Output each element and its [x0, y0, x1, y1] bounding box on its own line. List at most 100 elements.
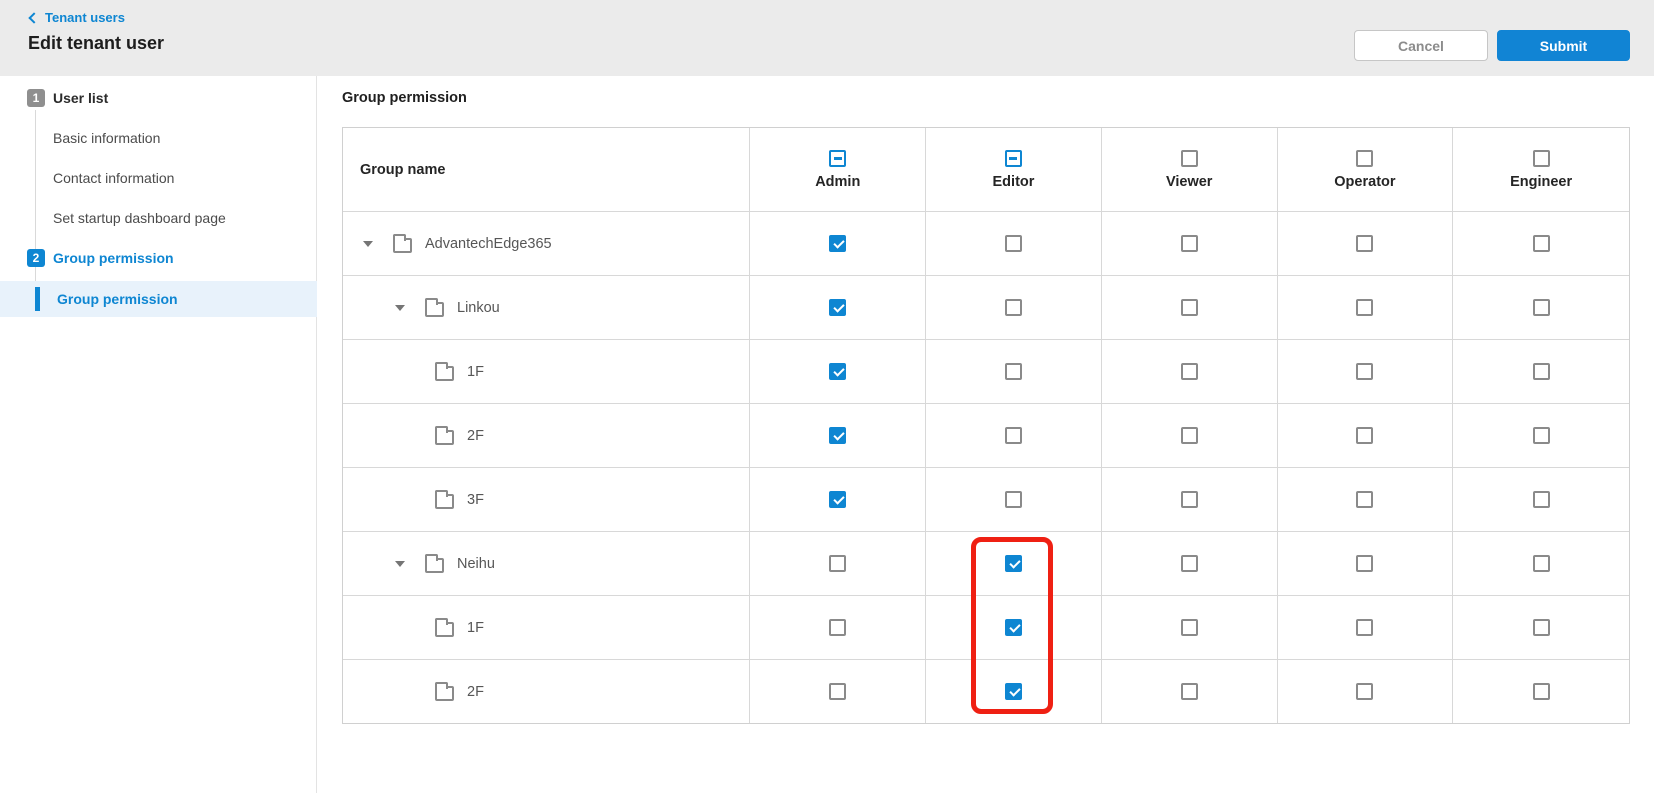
checkbox-engineer[interactable] [1532, 555, 1550, 572]
group-name-cell: Linkou [343, 276, 751, 339]
select-all-checkbox-admin[interactable] [829, 149, 847, 167]
column-header-label: Admin [815, 173, 861, 190]
step-2-label: Group permission [53, 250, 174, 266]
checkbox-operator[interactable] [1356, 619, 1374, 636]
group-name-label: Linkou [457, 299, 500, 316]
checkbox-editor[interactable] [1005, 683, 1023, 700]
permission-cell [926, 404, 1102, 467]
checkbox-editor[interactable] [1005, 363, 1023, 380]
checkbox-admin[interactable] [829, 299, 847, 316]
sidebar-item-set-startup-dashboard-page[interactable]: Set startup dashboard page [0, 206, 317, 230]
sidebar-item-group-permission-active[interactable]: Group permission [0, 281, 317, 317]
step-2-badge: 2 [27, 249, 45, 267]
sidebar-item-contact-information[interactable]: Contact information [0, 166, 317, 190]
main-content: Group permission Group name Admin Editor V… [317, 76, 1654, 793]
checkbox-engineer[interactable] [1532, 491, 1550, 508]
breadcrumb[interactable]: Tenant users [28, 10, 125, 25]
select-all-checkbox-operator[interactable] [1356, 149, 1374, 167]
folder-icon [435, 617, 454, 637]
sidebar-item-label: Contact information [53, 170, 175, 186]
sidebar-item-basic-information[interactable]: Basic information [0, 126, 317, 150]
group-name-cell: 1F [343, 596, 751, 659]
permission-cell [926, 212, 1102, 275]
checkbox-editor[interactable] [1005, 491, 1023, 508]
permission-cell [926, 660, 1102, 723]
group-name-cell: Neihu [343, 532, 751, 595]
checkbox-engineer[interactable] [1532, 235, 1550, 252]
select-all-checkbox-editor[interactable] [1004, 149, 1022, 167]
permission-cell [1102, 404, 1278, 467]
permission-cell [1102, 596, 1278, 659]
folder-icon [425, 553, 444, 573]
folder-icon [393, 233, 412, 253]
back-chevron-icon [28, 12, 40, 24]
checkbox-editor[interactable] [1005, 427, 1023, 444]
sidebar-item-label: Set startup dashboard page [53, 210, 226, 226]
checkbox-viewer[interactable] [1180, 427, 1198, 444]
checkbox-operator[interactable] [1356, 363, 1374, 380]
checkbox-engineer[interactable] [1532, 299, 1550, 316]
permission-cell [1453, 340, 1629, 403]
group-name-header-cell: Group name [343, 128, 751, 211]
sidebar-step-user-list[interactable]: 1 User list [0, 86, 317, 110]
checkbox-viewer[interactable] [1180, 235, 1198, 252]
checkbox-viewer[interactable] [1180, 491, 1198, 508]
cancel-button[interactable]: Cancel [1354, 30, 1488, 61]
checkbox-operator[interactable] [1356, 299, 1374, 316]
checkbox-operator[interactable] [1356, 491, 1374, 508]
checkbox-admin[interactable] [829, 235, 847, 252]
checkbox-engineer[interactable] [1532, 619, 1550, 636]
checkbox-admin[interactable] [829, 491, 847, 508]
checkbox-engineer[interactable] [1532, 427, 1550, 444]
checkbox-engineer[interactable] [1532, 363, 1550, 380]
page-title: Edit tenant user [28, 33, 165, 53]
submit-button[interactable]: Submit [1497, 30, 1630, 61]
checkbox-operator[interactable] [1356, 235, 1374, 252]
checkbox-viewer[interactable] [1180, 363, 1198, 380]
checkbox-editor[interactable] [1005, 619, 1023, 636]
sidebar-step-group-permission[interactable]: 2 Group permission [0, 246, 317, 270]
expand-caret-icon[interactable] [395, 560, 405, 567]
checkbox-operator[interactable] [1356, 683, 1374, 700]
folder-icon [435, 361, 454, 381]
permission-cell [1102, 276, 1278, 339]
checkbox-viewer[interactable] [1180, 555, 1198, 572]
column-header-label: Editor [992, 173, 1035, 190]
checkbox-operator[interactable] [1356, 427, 1374, 444]
group-name-label: 1F [467, 619, 484, 636]
checkbox-viewer[interactable] [1180, 299, 1198, 316]
checkbox-admin[interactable] [829, 363, 847, 380]
permission-cell [750, 212, 927, 275]
checkbox-admin[interactable] [829, 555, 847, 572]
table-body: AdvantechEdge365 Linkou 1F 2F 3F Neihu 1F 2F [343, 211, 1629, 723]
table-header-row: Group name Admin Editor Viewer Operator Engi… [343, 128, 1629, 211]
expand-caret-icon[interactable] [395, 304, 405, 311]
table-row: Linkou [343, 275, 1629, 339]
permission-cell [926, 276, 1102, 339]
checkbox-operator[interactable] [1356, 555, 1374, 572]
column-header-viewer: Viewer [1102, 128, 1278, 211]
checkbox-viewer[interactable] [1180, 619, 1198, 636]
group-name-label: 2F [467, 683, 484, 700]
top-bar: Tenant users Edit tenant user Cancel Sub… [0, 0, 1654, 76]
checkbox-admin[interactable] [829, 619, 847, 636]
column-header-label: Engineer [1510, 173, 1573, 190]
checkbox-admin[interactable] [829, 427, 847, 444]
expand-caret-icon[interactable] [363, 240, 373, 247]
folder-icon [435, 681, 454, 701]
checkbox-engineer[interactable] [1532, 683, 1550, 700]
permission-cell [1453, 596, 1629, 659]
checkbox-editor[interactable] [1005, 555, 1022, 572]
checkbox-admin[interactable] [829, 683, 847, 700]
permission-cell [1453, 404, 1629, 467]
folder-icon [425, 297, 444, 317]
sidebar-item-label: Basic information [53, 130, 161, 146]
select-all-checkbox-viewer[interactable] [1180, 149, 1198, 167]
checkbox-viewer[interactable] [1180, 683, 1198, 700]
select-all-checkbox-engineer[interactable] [1532, 149, 1550, 167]
permission-cell [926, 596, 1102, 659]
checkbox-editor[interactable] [1004, 235, 1022, 252]
checkbox-editor[interactable] [1005, 299, 1022, 316]
table-row: 3F [343, 467, 1629, 531]
permission-cell [1278, 660, 1454, 723]
